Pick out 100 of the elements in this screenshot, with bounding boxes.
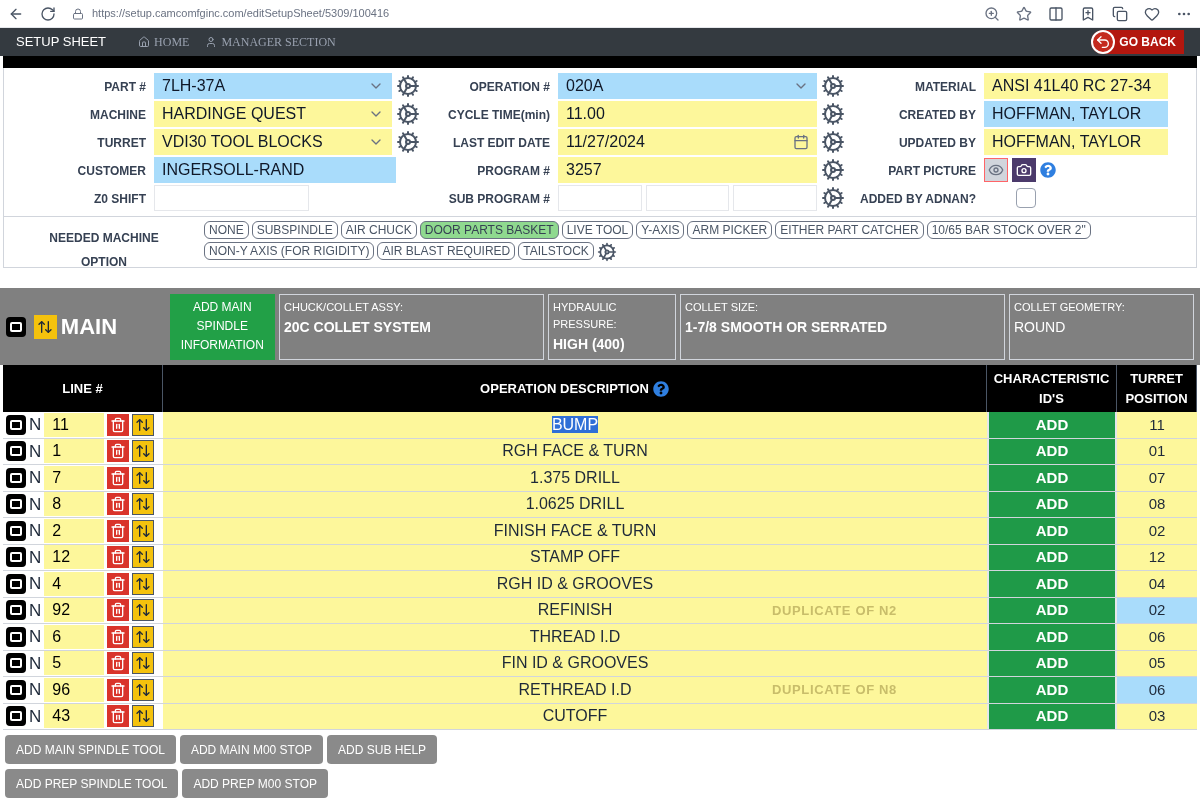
gear-icon[interactable] [396,74,420,98]
collapse-button[interactable] [6,414,26,435]
add-characteristic-button[interactable]: ADD [987,571,1117,597]
help-icon[interactable] [1040,162,1056,178]
reorder-button[interactable] [132,493,155,516]
operation-description[interactable]: STAMP OFF [529,548,621,566]
reorder-button[interactable] [132,652,155,675]
calendar-icon[interactable] [793,134,809,150]
delete-button[interactable] [107,440,130,463]
operation-description[interactable]: 1.375 DRILL [530,468,620,486]
delete-button[interactable] [107,572,130,595]
line-number-field[interactable]: 1 [44,439,105,464]
line-number-field[interactable]: 5 [44,651,105,676]
select-field[interactable]: HARDINGE QUEST [154,101,392,127]
operation-description[interactable]: RGH ID & GROOVES [496,574,654,592]
gear-icon[interactable] [396,102,420,126]
line-number-field[interactable]: 4 [44,571,105,596]
reorder-button[interactable] [132,413,155,436]
option-chip[interactable]: NON-Y AXIS (FOR RIGIDITY) [204,242,375,260]
line-number-field[interactable]: 7 [44,465,105,490]
add-characteristic-button[interactable]: ADD [987,438,1117,464]
delete-button[interactable] [107,678,130,701]
collapse-button[interactable] [6,626,26,647]
input-field[interactable] [154,185,309,211]
reorder-button[interactable] [34,314,57,339]
line-number-field[interactable]: 11 [44,412,105,437]
add-characteristic-button[interactable]: ADD [987,597,1117,623]
add-characteristic-button[interactable]: ADD [987,491,1117,517]
reorder-button[interactable] [132,519,155,542]
line-number-field[interactable]: 2 [44,518,105,543]
split-screen-icon[interactable] [1048,5,1064,22]
collapse-button[interactable] [6,653,26,674]
operation-description[interactable]: RGH FACE & TURN [502,442,648,460]
delete-button[interactable] [107,652,130,675]
reorder-button[interactable] [132,678,155,701]
input-field[interactable] [558,185,642,211]
collapse-button[interactable] [6,679,26,700]
input-field[interactable]: ANSI 41L40 RC 27-34 [984,73,1168,99]
collapse-button[interactable] [6,600,26,621]
delete-button[interactable] [107,625,130,648]
gear-icon[interactable] [821,186,845,210]
gear-icon[interactable] [821,102,845,126]
help-icon[interactable] [652,380,669,397]
collapse-button[interactable] [6,520,26,541]
line-number-field[interactable]: 92 [44,598,105,623]
collections-icon[interactable] [1112,5,1128,22]
delete-button[interactable] [107,546,130,569]
collapse-button[interactable] [6,467,26,488]
line-number-field[interactable]: 96 [44,677,105,702]
operation-description[interactable]: REFINISH [537,601,613,619]
input-field[interactable] [645,185,730,211]
input-field[interactable]: HOFFMAN, TAYLOR [984,129,1168,155]
reorder-button[interactable] [132,440,155,463]
input-field[interactable] [733,185,817,211]
collapse-button[interactable] [6,573,26,594]
add-characteristic-button[interactable]: ADD [987,465,1117,491]
reorder-button[interactable] [132,572,155,595]
operation-description[interactable]: THREAD I.D [529,627,621,645]
line-number-field[interactable]: 43 [44,704,105,729]
address-bar[interactable]: https://setup.camcomfginc.com/editSetupSheet/5309/100416 [92,5,390,22]
option-chip[interactable]: AIR CHUCK [340,221,417,239]
operation-description[interactable]: RETHREAD I.D [518,680,632,698]
checkbox[interactable] [1016,188,1036,208]
add-characteristic-button[interactable]: ADD [987,518,1117,544]
add-characteristic-button[interactable]: ADD [987,412,1117,438]
heart-icon[interactable] [1144,5,1160,22]
add-characteristic-button[interactable]: ADD [987,650,1117,676]
option-chip[interactable]: Y-AXIS [636,221,685,239]
collapse-button[interactable] [6,706,26,727]
go-back-button[interactable]: GO BACK [1091,30,1184,54]
select-field[interactable]: 020A [558,73,817,99]
option-chip[interactable]: 10/65 BAR STOCK OVER 2" [926,221,1091,239]
delete-button[interactable] [107,705,130,728]
line-number-field[interactable]: 8 [44,492,105,517]
delete-button[interactable] [107,599,130,622]
option-chip[interactable]: EITHER PART CATCHER [775,221,924,239]
reload-icon[interactable] [40,5,56,22]
line-number-field[interactable]: 6 [44,624,105,649]
add-characteristic-button[interactable]: ADD [987,677,1117,703]
gear-icon[interactable] [821,158,845,182]
option-chip[interactable]: TAILSTOCK [518,242,594,260]
gear-icon[interactable] [396,130,420,154]
option-chip[interactable]: AIR BLAST REQUIRED [377,242,516,260]
zoom-icon[interactable] [984,5,1000,22]
input-field[interactable]: 11.00 [558,101,817,127]
date-field[interactable]: 11/27/2024 [558,129,817,155]
reorder-button[interactable] [132,705,155,728]
operation-description[interactable]: FIN ID & GROOVES [501,654,649,672]
option-chip[interactable]: LIVE TOOL [561,221,634,239]
option-chip[interactable]: NONE [204,221,249,239]
select-field[interactable]: VDI30 TOOL BLOCKS [154,129,392,155]
star-icon[interactable] [1016,5,1032,22]
collapse-button[interactable] [6,494,26,515]
line-number-field[interactable]: 12 [44,545,105,570]
operation-description[interactable]: CUTOFF [542,707,608,725]
delete-button[interactable] [107,519,130,542]
add-characteristic-button[interactable]: ADD [987,703,1117,729]
input-field[interactable]: 3257 [558,157,817,183]
add-characteristic-button[interactable]: ADD [987,544,1117,570]
add-characteristic-button[interactable]: ADD [987,624,1117,650]
